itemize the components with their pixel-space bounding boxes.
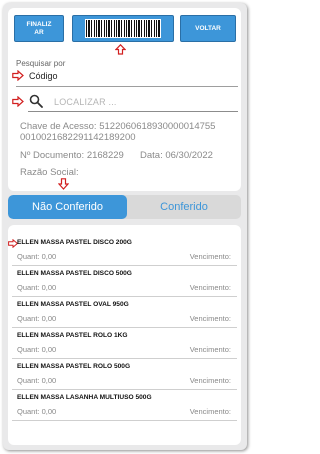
divider	[12, 420, 237, 421]
item-quantity: Quant: 0,00	[17, 283, 57, 292]
tab-not-checked[interactable]: Não Conferido	[8, 195, 127, 219]
item-name: ELLEN MASSA PASTEL OVAL 950G	[17, 301, 129, 308]
annotation-arrow-down-icon	[58, 178, 69, 190]
item-expiration: Vencimento:	[189, 345, 231, 354]
document-number: Nº Documento: 2168229	[20, 150, 124, 161]
item-quantity: Quant: 0,00	[17, 407, 57, 416]
access-key-line-2: 0010021682291142189200	[20, 132, 136, 143]
item-name: ELLEN MASSA PASTEL DISCO 200G	[17, 239, 132, 246]
item-expiration: Vencimento:	[189, 314, 231, 323]
search-by-underline	[16, 86, 238, 87]
status-tabs: Não Conferido Conferido	[8, 195, 241, 219]
item-quantity: Quant: 0,00	[17, 252, 57, 261]
list-item[interactable]: ELLEN MASSA PASTEL DISCO 500G Quant: 0,0…	[8, 266, 241, 297]
barcode-icon	[85, 19, 161, 38]
list-item[interactable]: ELLEN MASSA PASTEL DISCO 200G Quant: 0,0…	[8, 235, 241, 266]
tab-checked-label: Conferido	[160, 201, 208, 213]
item-expiration: Vencimento:	[189, 407, 231, 416]
item-quantity: Quant: 0,00	[17, 376, 57, 385]
search-by-select[interactable]: Código	[29, 71, 58, 81]
finalize-button[interactable]: FINALIZ AR	[14, 15, 64, 42]
scan-barcode-button[interactable]	[72, 15, 174, 42]
item-name: ELLEN MASSA LASANHA MULTIUSO 500G	[17, 394, 152, 401]
document-date: Data: 06/30/2022	[140, 150, 213, 161]
item-name: ELLEN MASSA PASTEL DISCO 500G	[17, 270, 132, 277]
annotation-arrow-up-icon	[115, 44, 126, 55]
annotation-arrow-right-icon	[12, 70, 24, 81]
list-item[interactable]: ELLEN MASSA PASTEL ROLO 1KG Quant: 0,00 …	[8, 328, 241, 359]
item-name: ELLEN MASSA PASTEL ROLO 500G	[17, 363, 131, 370]
access-key-line-1: Chave de Acesso: 5122060618930000014755	[20, 121, 216, 132]
search-icon[interactable]	[29, 94, 43, 108]
list-item[interactable]: ELLEN MASSA PASTEL ROLO 500G Quant: 0,00…	[8, 359, 241, 390]
search-by-label: Pesquisar por	[16, 59, 66, 68]
tab-not-checked-label: Não Conferido	[32, 201, 103, 213]
list-item[interactable]: ELLEN MASSA LASANHA MULTIUSO 500G Quant:…	[8, 390, 241, 421]
back-button-label: VOLTAR	[195, 24, 221, 32]
item-quantity: Quant: 0,00	[17, 314, 57, 323]
app-frame: FINALIZ AR VOLTAR Pesquisar por Código L…	[3, 3, 247, 450]
back-button[interactable]: VOLTAR	[180, 15, 236, 42]
corporate-name: Razão Social:	[20, 167, 79, 178]
list-item[interactable]: ELLEN MASSA PASTEL OVAL 950G Quant: 0,00…	[8, 297, 241, 328]
item-expiration: Vencimento:	[189, 283, 231, 292]
item-quantity: Quant: 0,00	[17, 345, 57, 354]
item-expiration: Vencimento:	[189, 252, 231, 261]
annotation-arrow-right-icon	[12, 96, 24, 107]
finalize-button-label: FINALIZ AR	[26, 20, 52, 36]
locate-underline	[28, 111, 238, 112]
tab-checked[interactable]: Conferido	[127, 195, 241, 219]
locate-input[interactable]: LOCALIZAR ...	[54, 97, 117, 107]
product-list: ELLEN MASSA PASTEL DISCO 200G Quant: 0,0…	[8, 225, 241, 445]
header-card: FINALIZ AR VOLTAR Pesquisar por Código L…	[8, 8, 241, 191]
item-name: ELLEN MASSA PASTEL ROLO 1KG	[17, 332, 128, 339]
item-expiration: Vencimento:	[189, 376, 231, 385]
